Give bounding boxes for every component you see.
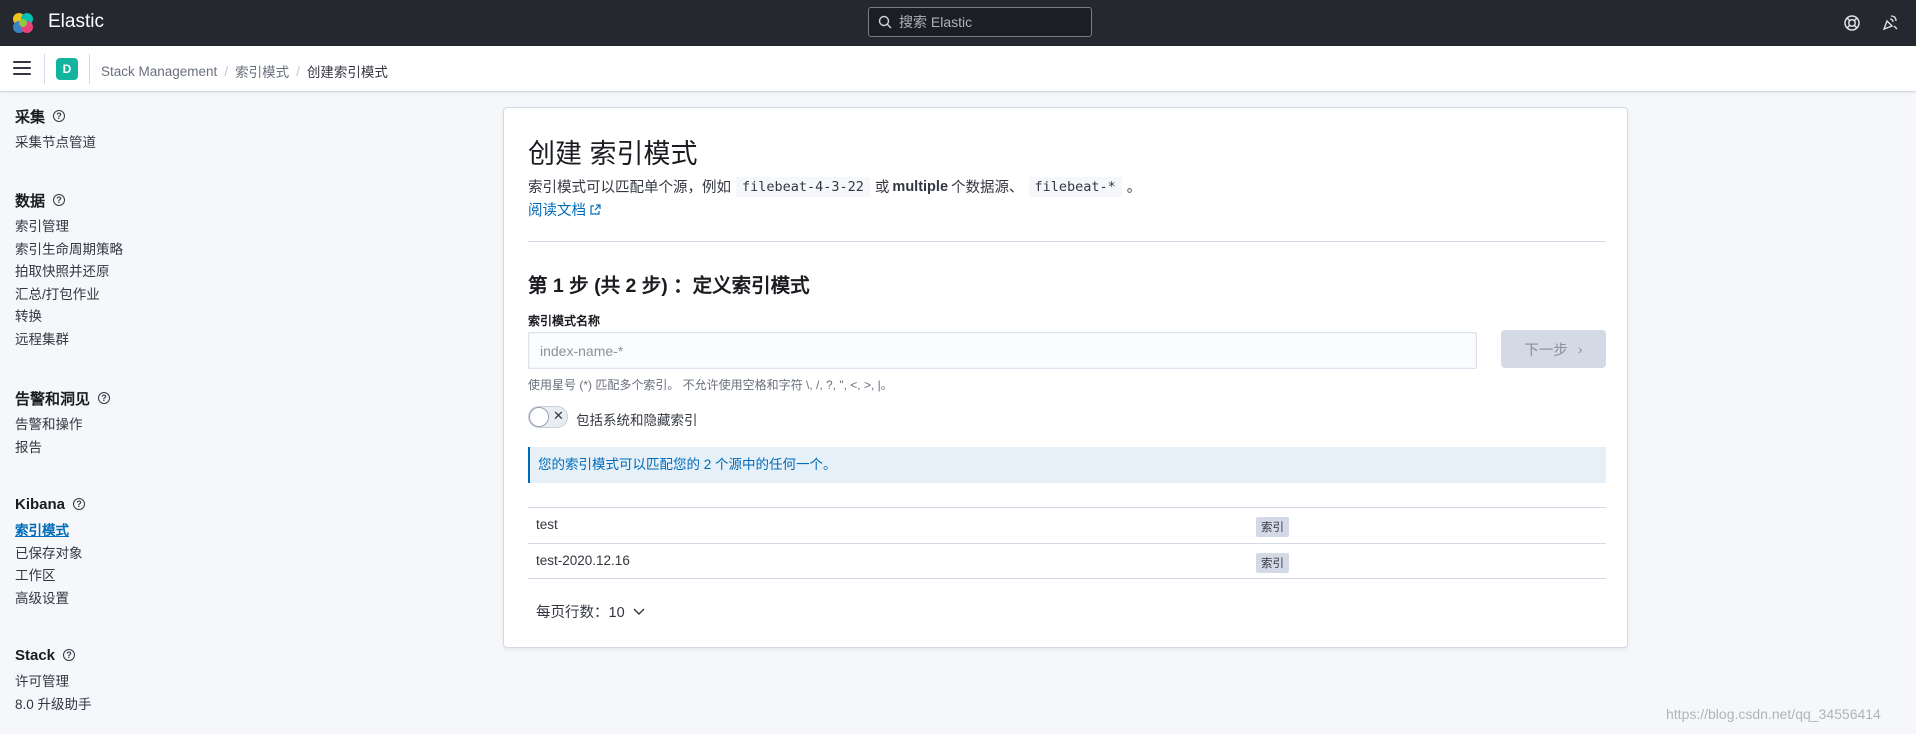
sidebar-item-alerts-actions[interactable]: 告警和操作 xyxy=(15,414,215,437)
sidebar-section-data: 数据? 索引管理 索引生命周期策略 拍取快照并还原 汇总/打包作业 转换 远程集… xyxy=(15,189,215,351)
breadcrumb-stack-management[interactable]: Stack Management xyxy=(101,64,217,79)
description-bold: multiple xyxy=(892,178,949,195)
question-icon[interactable]: ? xyxy=(53,194,66,206)
sidebar-item-license-management[interactable]: 许可管理 xyxy=(15,671,215,694)
create-index-pattern-panel: 创建 索引模式 索引模式可以匹配单个源，例如 filebeat-4-3-22 或… xyxy=(503,107,1628,648)
page-title: 创建 索引模式 xyxy=(528,139,698,169)
description-text: 或 xyxy=(874,180,890,196)
sidebar-section-title: 数据 xyxy=(15,192,46,210)
matching-sources-table: test 索引 test-2020.12.16 索引 xyxy=(528,507,1606,579)
table-row: test-2020.12.16 索引 xyxy=(528,543,1606,579)
sidebar-item-ingest-pipelines[interactable]: 采集节点管道 xyxy=(15,132,215,155)
question-icon[interactable]: ? xyxy=(53,110,66,122)
watermark: https://blog.csdn.net/qq_34556414 xyxy=(1666,706,1881,722)
elastic-logo-icon[interactable] xyxy=(10,10,36,36)
sidebar-section-stack: Stack? 许可管理 8.0 升级助手 xyxy=(15,644,215,716)
page-description: 索引模式可以匹配单个源，例如 filebeat-4-3-22 或 multipl… xyxy=(528,176,1141,197)
newsfeed-icon[interactable] xyxy=(1880,13,1900,33)
chevron-down-icon xyxy=(633,608,645,615)
sidebar-section-title: Kibana xyxy=(15,495,66,513)
breadcrumb-separator: / xyxy=(224,63,229,79)
hamburger-menu-icon[interactable] xyxy=(13,61,31,77)
external-link-icon xyxy=(590,204,601,215)
search-icon xyxy=(878,15,892,29)
sidebar-item-reporting[interactable]: 报告 xyxy=(15,437,215,460)
breadcrumb-current: 创建索引模式 xyxy=(306,65,388,80)
sidebar-item-index-patterns[interactable]: 索引模式 xyxy=(15,520,215,543)
include-hidden-label[interactable]: 包括系统和隐藏索引 xyxy=(576,409,698,429)
sidebar-item-advanced-settings[interactable]: 高级设置 xyxy=(15,588,215,611)
help-text: 使用星号 (*) 匹配多个索引。 不允许使用空格和字符 \, /, ?, ", … xyxy=(528,378,893,392)
source-name: test xyxy=(536,517,558,532)
index-pattern-name-label: 索引模式名称 xyxy=(528,314,601,328)
divider xyxy=(528,241,1606,242)
brand-name[interactable]: Elastic xyxy=(48,11,104,33)
read-docs-link[interactable]: 阅读文档 xyxy=(528,199,601,220)
sidebar-section-title: 采集 xyxy=(15,108,46,126)
help-menu-icon[interactable] xyxy=(1842,13,1862,33)
space-avatar[interactable]: D xyxy=(56,58,78,80)
top-header: Elastic 搜索 Elastic xyxy=(0,0,1916,46)
table-row: test 索引 xyxy=(528,507,1606,543)
rows-per-page-button[interactable]: 每页行数：10 xyxy=(536,601,645,622)
sidebar-item-saved-objects[interactable]: 已保存对象 xyxy=(15,543,215,566)
next-step-label: 下一步 xyxy=(1524,342,1568,359)
sidebar-item-snapshot-restore[interactable]: 拍取快照并还原 xyxy=(15,261,215,284)
chevron-right-icon: › xyxy=(1577,341,1583,357)
sidebar-section-kibana: Kibana? 索引模式 已保存对象 工作区 高级设置 xyxy=(15,493,215,610)
sidebar-section-title: 告警和洞见 xyxy=(15,390,91,408)
divider xyxy=(44,54,45,84)
sidebar-item-upgrade-assistant[interactable]: 8.0 升级助手 xyxy=(15,694,215,717)
sidebar-section-ingest: 采集? 采集节点管道 xyxy=(15,105,215,155)
question-icon[interactable]: ? xyxy=(98,392,111,404)
sidebar-section-alerts: 告警和洞见? 告警和操作 报告 xyxy=(15,387,215,459)
cross-icon: ✕ xyxy=(553,408,564,423)
breadcrumb-bar: D Stack Management / 索引模式 / 创建索引模式 xyxy=(0,46,1916,92)
rows-per-page-label: 每页行数：10 xyxy=(536,605,625,621)
search-placeholder: 搜索 Elastic xyxy=(899,14,973,30)
step-title: 第 1 步 (共 2 步) ：定义索引模式 xyxy=(528,275,810,297)
sidebar-item-ilm-policies[interactable]: 索引生命周期策略 xyxy=(15,239,215,262)
description-text: 个数据源、 xyxy=(951,180,1024,196)
sidebar-item-transforms[interactable]: 转换 xyxy=(15,306,215,329)
sidebar-item-remote-clusters[interactable]: 远程集群 xyxy=(15,329,215,352)
source-type-badge: 索引 xyxy=(1256,553,1289,573)
description-text: 。 xyxy=(1126,180,1142,196)
sidebar-item-spaces[interactable]: 工作区 xyxy=(15,565,215,588)
include-hidden-toggle[interactable]: ✕ xyxy=(528,406,568,428)
breadcrumb-index-patterns[interactable]: 索引模式 xyxy=(235,61,289,81)
example-code: filebeat-4-3-22 xyxy=(736,176,870,197)
read-docs-label: 阅读文档 xyxy=(528,203,586,219)
divider xyxy=(89,54,90,84)
description-text: 索引模式可以匹配单个源，例如 xyxy=(528,180,731,196)
index-pattern-name-input[interactable] xyxy=(528,332,1477,369)
example-code: filebeat-* xyxy=(1028,176,1122,197)
question-icon[interactable]: ? xyxy=(73,498,86,510)
source-name: test-2020.12.16 xyxy=(536,553,630,568)
sidebar-item-index-management[interactable]: 索引管理 xyxy=(15,216,215,239)
sidebar-section-title: Stack xyxy=(15,646,56,664)
source-type-badge: 索引 xyxy=(1256,517,1289,537)
question-icon[interactable]: ? xyxy=(63,649,76,661)
match-callout: 您的索引模式可以匹配您的 2 个源中的任何一个。 xyxy=(528,447,1606,483)
breadcrumb-separator: / xyxy=(296,63,300,79)
search-field[interactable]: 搜索 Elastic xyxy=(868,7,1092,37)
sidebar-item-rollup-jobs[interactable]: 汇总/打包作业 xyxy=(15,284,215,307)
next-step-button[interactable]: 下一步 › xyxy=(1501,330,1606,368)
toggle-knob xyxy=(529,407,549,427)
breadcrumb: Stack Management / 索引模式 / 创建索引模式 xyxy=(101,61,388,81)
